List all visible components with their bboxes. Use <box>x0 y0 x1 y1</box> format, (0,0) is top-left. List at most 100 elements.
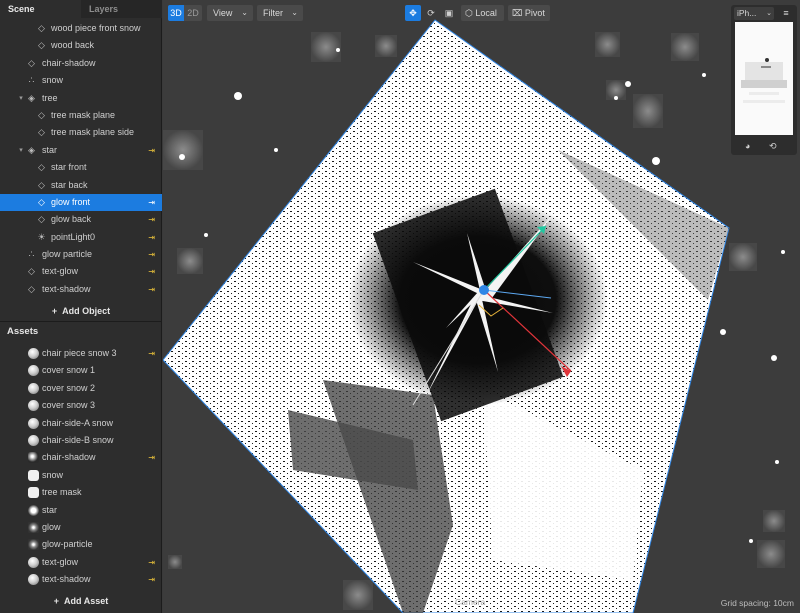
export-flag-icon[interactable]: ⇥ <box>148 263 155 280</box>
scene-tree-item[interactable]: ◇ glow front ⇥ <box>0 193 162 212</box>
export-flag-icon[interactable]: ⇥ <box>148 229 155 246</box>
pivot-button[interactable]: ⌧ Pivot <box>508 5 550 21</box>
move-tool-button[interactable]: ✥ <box>405 5 421 21</box>
asset-list-item[interactable]: glow-particle <box>0 536 162 553</box>
scene-tree-item[interactable]: ◇ star front <box>0 159 162 176</box>
export-flag-icon[interactable]: ⇥ <box>148 142 155 159</box>
scene-tree-item-label: chair-shadow <box>42 57 96 68</box>
asset-label: chair-side-B snow <box>42 434 114 445</box>
scene-tree-item-label: star back <box>51 179 88 190</box>
local-space-button[interactable]: ⬡ Local <box>461 5 504 21</box>
mesh-icon: ◇ <box>28 266 35 277</box>
mesh-icon: ◇ <box>38 214 45 225</box>
asset-thumbnail <box>28 382 39 394</box>
scene-tree-item[interactable]: ◇ wood piece front snow <box>0 20 162 37</box>
scene-render[interactable] <box>163 0 800 613</box>
mode-2d-button[interactable]: 2D <box>184 5 202 21</box>
scene-tree: ◇ wood piece front snow ◇ wood back ◇ chair-s… <box>0 20 162 298</box>
export-flag-icon[interactable]: ⇥ <box>148 554 155 571</box>
grid-spacing-label: Grid spacing: 10cm <box>720 598 794 608</box>
asset-list-item[interactable]: chair piece snow 3 ⇥ <box>0 345 162 362</box>
scene-tree-item[interactable]: ◇ star back <box>0 177 162 194</box>
scene-tree-item-label: text-shadow <box>42 283 91 294</box>
asset-label: glow <box>42 521 61 532</box>
scene-tree-item[interactable]: ◇ glow back ⇥ <box>0 211 162 228</box>
add-asset-button[interactable]: + Add Asset <box>0 592 162 610</box>
chevron-down-icon[interactable]: ▾ <box>16 142 26 159</box>
export-flag-icon[interactable]: ⇥ <box>148 211 155 228</box>
scene-tree-item[interactable]: ∴ glow particle ⇥ <box>0 246 162 263</box>
rotate-device-icon[interactable]: ⟲ <box>769 141 777 152</box>
asset-list-item[interactable]: cover snow 2 <box>0 380 162 397</box>
asset-thumbnail <box>28 434 39 446</box>
asset-label: text-glow <box>42 556 79 567</box>
export-flag-icon[interactable]: ⇥ <box>148 345 155 362</box>
scene-viewport[interactable]: 3D 2D View ⌄ Filter ⌄ ✥ ⟳ ▣ ⬡ Local ⌧ Pi… <box>163 0 800 613</box>
asset-list-item[interactable]: star <box>0 502 162 519</box>
view-dropdown[interactable]: View ⌄ <box>207 5 253 21</box>
add-object-button[interactable]: + Add Object <box>0 302 162 320</box>
asset-list-item[interactable]: chair-shadow ⇥ <box>0 449 162 466</box>
mesh-icon: ◇ <box>38 162 45 173</box>
export-flag-icon[interactable]: ⇥ <box>148 449 155 466</box>
chevron-down-icon: ⌄ <box>766 10 772 17</box>
asset-thumbnail <box>28 539 39 551</box>
scene-tree-item[interactable]: ◇ text-glow ⇥ <box>0 263 162 280</box>
device-dropdown[interactable]: iPh... ⌄ <box>734 7 774 20</box>
menu-icon[interactable]: ≡ <box>780 7 792 20</box>
asset-label: snow <box>42 469 64 480</box>
scene-tree-item-label: glow particle <box>42 249 93 260</box>
scene-tree-item-label: pointLight0 <box>51 231 96 242</box>
export-flag-icon[interactable]: ⇥ <box>148 246 155 263</box>
export-flag-icon[interactable]: ⇥ <box>148 194 155 211</box>
asset-label: cover snow 2 <box>42 382 96 393</box>
scene-tree-item[interactable]: ∴ snow <box>0 72 162 89</box>
tab-scene[interactable]: Scene <box>0 0 81 18</box>
left-panel: Scene Layers ◇ wood piece front snow ◇ wood… <box>0 0 162 613</box>
asset-label: star <box>42 504 58 515</box>
cube-icon: ⬡ <box>465 8 473 18</box>
asset-list-item[interactable]: cover snow 1 <box>0 362 162 379</box>
scene-tree-item-label: tree mask plane side <box>51 127 135 138</box>
asset-list-item[interactable]: glow <box>0 519 162 536</box>
scene-tree-item[interactable]: ▾ ◈ tree <box>0 90 162 107</box>
mesh-icon: ◇ <box>38 23 45 33</box>
asset-list-item[interactable]: snow <box>0 467 162 484</box>
mesh-icon: ◇ <box>38 127 45 138</box>
scale-tool-button[interactable]: ▣ <box>442 5 456 21</box>
asset-list-item[interactable]: chair-side-B snow <box>0 432 162 449</box>
camera-switch-icon[interactable]: ◕ <box>745 141 750 151</box>
asset-list-item[interactable]: cover snow 3 <box>0 397 162 414</box>
tab-layers[interactable]: Layers <box>81 0 162 18</box>
plus-icon: + <box>51 306 58 316</box>
scene-tree-item[interactable]: ◇ text-shadow ⇥ <box>0 281 162 298</box>
chevron-down-icon[interactable]: ▾ <box>16 90 26 107</box>
asset-list-item[interactable]: tree mask <box>0 484 162 501</box>
asset-thumbnail <box>28 348 39 359</box>
asset-thumbnail <box>28 521 39 533</box>
scene-tree-item[interactable]: ◇ tree mask plane side <box>0 124 162 141</box>
mode-3d-button[interactable]: 3D <box>168 5 184 21</box>
rotate-tool-button[interactable]: ⟳ <box>424 5 438 21</box>
asset-label: cover snow 1 <box>42 365 96 376</box>
scene-tree-item[interactable]: ▾ ◈ star ⇥ <box>0 142 162 159</box>
filter-dropdown[interactable]: Filter ⌄ <box>257 5 303 21</box>
asset-list-item[interactable]: chair-side-A snow <box>0 415 162 432</box>
scene-tree-item[interactable]: ☀ pointLight0 ⇥ <box>0 229 162 246</box>
asset-list-item[interactable]: text-glow ⇥ <box>0 554 162 571</box>
asset-list-item[interactable]: text-shadow ⇥ <box>0 571 162 588</box>
scene-tree-item[interactable]: ◇ tree mask plane <box>0 107 162 124</box>
export-flag-icon[interactable]: ⇥ <box>148 571 155 588</box>
scene-tree-item[interactable]: ◇ wood back <box>0 37 162 54</box>
scene-tree-item-label: wood back <box>51 40 95 51</box>
scale-icon: ▣ <box>444 8 454 18</box>
preview-screen[interactable] <box>735 22 793 135</box>
chevron-down-icon: ⌄ <box>291 8 298 17</box>
export-flag-icon[interactable]: ⇥ <box>148 281 155 298</box>
scene-tree-item-label: glow front <box>51 196 91 207</box>
asset-thumbnail <box>28 452 39 464</box>
assets-title: Assets <box>7 326 39 337</box>
mesh-icon: ◇ <box>38 40 45 51</box>
scene-tree-item[interactable]: ◇ chair-shadow <box>0 55 162 72</box>
local-label: Local <box>475 8 497 18</box>
